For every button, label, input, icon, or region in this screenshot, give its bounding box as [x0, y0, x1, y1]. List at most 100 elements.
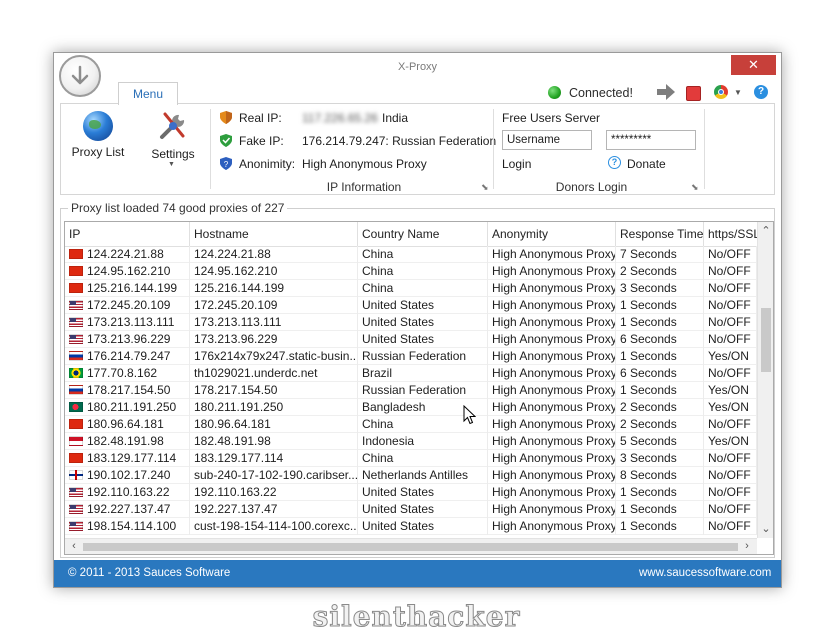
menu-tab[interactable]: Menu [118, 82, 178, 105]
scroll-right-icon[interactable]: › [740, 539, 754, 554]
stop-icon[interactable] [686, 86, 701, 101]
table-row[interactable]: 192.227.137.47 192.227.137.47 United State… [65, 501, 757, 518]
cell-hostname: 180.96.64.181 [190, 416, 358, 433]
column-header-ip[interactable]: IP [65, 222, 190, 246]
svg-text:?: ? [224, 160, 229, 169]
chevron-down-icon[interactable]: ▼ [734, 88, 742, 97]
column-header-response-time[interactable]: Response Time [616, 222, 704, 246]
cell-anonymity: High Anonymous Proxy [488, 399, 616, 416]
table-row[interactable]: 180.96.64.181 180.96.64.181 China High Anon… [65, 416, 757, 433]
table-row[interactable]: 190.102.17.240 sub-240-17-102-190.caribse… [65, 467, 757, 484]
close-button[interactable]: ✕ [731, 55, 776, 75]
table-row[interactable]: 124.224.21.88 124.224.21.88 China High Anon… [65, 246, 757, 263]
cell-ip: 173.213.113.111 [65, 314, 190, 331]
cell-ssl-text: No/OFF [708, 502, 751, 516]
scroll-down-icon[interactable]: ⌄ [758, 522, 773, 536]
cell-ip-text: 180.211.191.250 [87, 400, 177, 414]
cell-response-time: 6 Seconds [616, 365, 704, 382]
cell-ssl: No/OFF [704, 331, 757, 348]
cell-anonymity-text: High Anonymous Proxy [492, 247, 616, 261]
flag-us-icon [69, 334, 83, 344]
cell-ip: 124.95.162.210 [65, 263, 190, 280]
dialog-launcher-icon[interactable]: ⬊ [481, 182, 489, 193]
table-row[interactable]: 182.48.191.98 182.48.191.98 Indonesia High … [65, 433, 757, 450]
cell-ssl-text: Yes/ON [708, 383, 749, 397]
scroll-left-icon[interactable]: ‹ [67, 539, 81, 554]
cell-hostname: sub-240-17-102-190.caribser... [190, 467, 358, 484]
cell-country-text: United States [362, 502, 435, 516]
cell-country: China [358, 450, 488, 467]
table-row[interactable]: 173.213.96.229 173.213.96.229 United State… [65, 331, 757, 348]
flag-us-icon [69, 487, 83, 497]
scrollbar-thumb[interactable] [761, 308, 771, 372]
cell-hostname-text: 173.213.113.111 [194, 315, 282, 329]
cell-response-time-text: 6 Seconds [620, 366, 677, 380]
table-row[interactable]: 198.154.114.100 cust-198-154-114-100.core… [65, 518, 757, 535]
cell-hostname: 172.245.20.109 [190, 297, 358, 314]
column-header-country[interactable]: Country Name [358, 222, 488, 246]
table-row[interactable]: 176.214.79.247 176x214x79x247.static-busi… [65, 348, 757, 365]
down-arrow-icon [71, 65, 89, 85]
cell-ssl: No/OFF [704, 263, 757, 280]
flag-cn-icon [69, 419, 83, 429]
cell-anonymity: High Anonymous Proxy [488, 501, 616, 518]
column-header-anonymity[interactable]: Anonymity [488, 222, 616, 246]
cell-hostname: 182.48.191.98 [190, 433, 358, 450]
cell-ip: 173.213.96.229 [65, 331, 190, 348]
cell-anonymity: High Anonymous Proxy [488, 365, 616, 382]
cell-response-time: 2 Seconds [616, 399, 704, 416]
cell-anonymity-text: High Anonymous Proxy [492, 451, 616, 465]
flag-an-icon [69, 470, 83, 480]
table-row[interactable]: 173.213.113.111 173.213.113.111 United Sta… [65, 314, 757, 331]
table-row[interactable]: 177.70.8.162 th1029021.underdc.net Brazil H… [65, 365, 757, 382]
cell-anonymity: High Anonymous Proxy [488, 263, 616, 280]
cell-ip-text: 176.214.79.247 [87, 349, 171, 363]
title-bar[interactable]: X-Proxy ✕ [54, 53, 781, 81]
table-row[interactable]: 124.95.162.210 124.95.162.210 China High An… [65, 263, 757, 280]
username-field[interactable] [502, 130, 592, 150]
login-button[interactable]: Login [502, 157, 531, 171]
cell-ip: 183.129.177.114 [65, 450, 190, 467]
settings-button[interactable]: Settings ▼ [144, 109, 202, 175]
chrome-icon[interactable] [714, 85, 728, 99]
cell-response-time-text: 2 Seconds [620, 264, 677, 278]
cell-ssl-text: Yes/ON [708, 400, 749, 414]
table-row[interactable]: 192.110.163.22 192.110.163.22 United State… [65, 484, 757, 501]
dialog-launcher-icon[interactable]: ⬊ [691, 182, 699, 193]
donate-button[interactable]: Donate [627, 157, 666, 171]
cell-ssl: Yes/ON [704, 433, 757, 450]
table-row[interactable]: 178.217.154.50 178.217.154.50 Russian Fede… [65, 382, 757, 399]
scroll-up-icon[interactable]: ⌃ [758, 224, 773, 238]
cell-ssl-text: No/OFF [708, 247, 751, 261]
table-row[interactable]: 172.245.20.109 172.245.20.109 United State… [65, 297, 757, 314]
scrollbar-thumb[interactable] [83, 543, 738, 551]
cell-ip-text: 124.224.21.88 [87, 247, 164, 261]
cell-response-time-text: 1 Seconds [620, 315, 677, 329]
vertical-scrollbar[interactable]: ⌃ ⌄ [757, 222, 773, 538]
cell-ip: 176.214.79.247 [65, 348, 190, 365]
proxy-table[interactable]: IP Hostname Country Name Anonymity Respo… [64, 221, 774, 555]
password-field[interactable] [606, 130, 696, 150]
table-row[interactable]: 180.211.191.250 180.211.191.250 Bangladesh… [65, 399, 757, 416]
cell-hostname: 173.213.113.111 [190, 314, 358, 331]
website-link[interactable]: www.saucessoftware.com [639, 567, 771, 579]
ip-info-group-title: IP Information [326, 180, 402, 194]
column-header-ssl[interactable]: https/SSL [704, 222, 757, 246]
cell-response-time-text: 3 Seconds [620, 451, 677, 465]
cell-ip-text: 173.213.96.229 [87, 332, 171, 346]
app-logo-icon[interactable] [59, 55, 101, 97]
cell-country-text: United States [362, 298, 435, 312]
cell-response-time: 7 Seconds [616, 246, 704, 263]
cell-anonymity-text: High Anonymous Proxy [492, 349, 616, 363]
proxy-list-label: Proxy List [71, 145, 125, 159]
help-icon[interactable]: ? [754, 85, 768, 99]
cell-hostname-text: 124.224.21.88 [194, 247, 271, 261]
proxy-list-button[interactable]: Proxy List [64, 109, 132, 169]
arrow-right-icon[interactable] [656, 83, 676, 104]
table-row[interactable]: 183.129.177.114 183.129.177.114 China High … [65, 450, 757, 467]
cell-ssl-text: No/OFF [708, 468, 751, 482]
cell-ssl: No/OFF [704, 501, 757, 518]
column-header-hostname[interactable]: Hostname [190, 222, 358, 246]
table-row[interactable]: 125.216.144.199 125.216.144.199 China High … [65, 280, 757, 297]
horizontal-scrollbar[interactable]: ‹ › [65, 538, 757, 554]
